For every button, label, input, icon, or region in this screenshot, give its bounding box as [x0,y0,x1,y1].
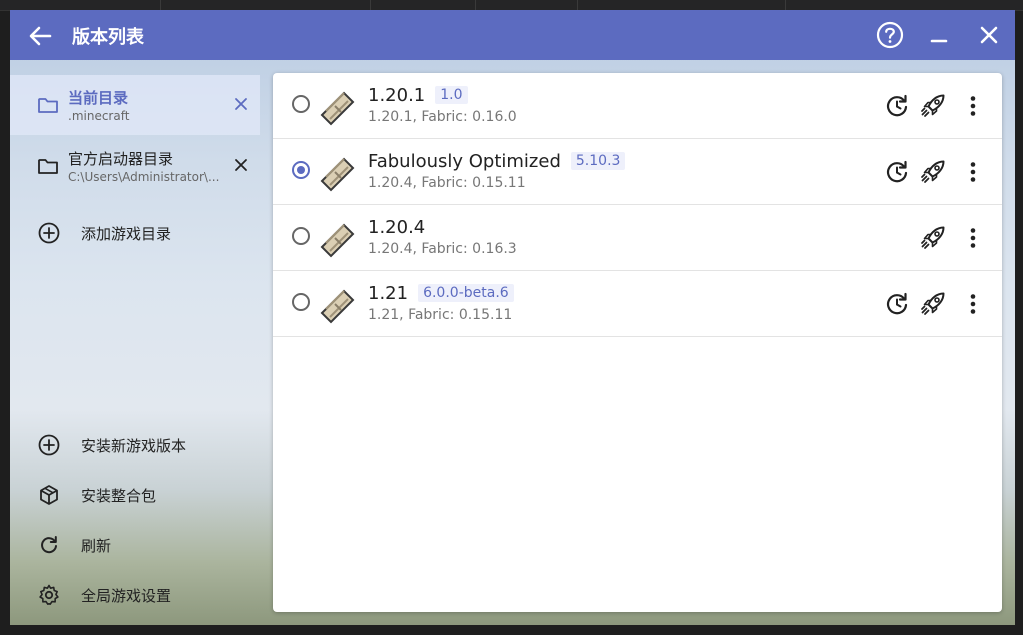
close-button[interactable] [974,20,1004,50]
version-name: 1.21 [368,283,409,304]
more-options-icon[interactable] [960,93,986,119]
refresh-button[interactable]: 刷新 [10,523,260,567]
update-icon[interactable] [884,291,910,317]
gear-icon [39,584,59,605]
arrow-left-icon [29,26,52,46]
more-options-icon[interactable] [960,159,986,185]
install-new-game-version-button[interactable]: 安装新游戏版本 [10,423,260,467]
titlebar: 版本列表 [10,10,1015,60]
add-game-directory-button[interactable]: 添加游戏目录 [10,211,260,255]
version-tag: 6.0.0-beta.6 [418,284,514,302]
install-modpack-label: 安装整合包 [81,487,157,505]
fabric-icon [320,91,355,126]
minimize-icon [930,39,948,43]
fabric-icon [320,157,355,192]
version-row[interactable]: 1.20.4 1.20.4, Fabric: 0.16.3 [273,205,1002,271]
fabric-icon [320,289,355,324]
folder-icon [38,159,58,174]
version-name: 1.20.4 [368,217,426,238]
global-settings-label: 全局游戏设置 [81,587,172,605]
rocket-launch-icon[interactable] [920,159,946,185]
back-button[interactable] [24,20,56,52]
fabric-icon [320,223,355,258]
update-icon[interactable] [884,159,910,185]
directory-path: .minecraft [68,109,130,123]
install-modpack-button[interactable]: 安装整合包 [10,473,260,517]
help-circle-icon [876,21,904,49]
version-name: 1.20.1 [368,85,426,106]
global-game-settings-button[interactable]: 全局游戏设置 [10,573,260,617]
close-icon[interactable] [232,156,250,174]
refresh-label: 刷新 [81,537,112,555]
version-radio[interactable] [292,161,310,179]
package-icon [40,485,58,505]
minimize-button[interactable] [924,20,954,50]
version-name-line: 1.21 6.0.0-beta.6 [368,283,514,304]
rocket-launch-icon[interactable] [920,93,946,119]
folder-icon [38,98,58,113]
version-name: Fabulously Optimized [368,151,561,172]
version-tag: 1.0 [435,86,468,104]
version-tag: 5.10.3 [570,152,626,170]
window-title: 版本列表 [72,27,144,48]
install-version-label: 安装新游戏版本 [81,437,187,455]
version-name-line: 1.20.1 1.0 [368,85,468,106]
close-icon [980,26,998,44]
version-radio[interactable] [292,95,310,113]
version-name-line: 1.20.4 [368,217,425,238]
refresh-icon [41,536,57,554]
add-directory-label: 添加游戏目录 [81,225,172,243]
version-detail: 1.21, Fabric: 0.15.11 [368,307,513,323]
plus-circle-icon [38,434,60,456]
sidebar: 当前目录 .minecraft 官方启动器目录 C:\Users\Adminis… [10,60,270,625]
version-detail: 1.20.4, Fabric: 0.15.11 [368,175,526,191]
sidebar-item-current-directory[interactable]: 当前目录 .minecraft [10,75,260,135]
directory-path: C:\Users\Administrator\... [68,170,220,184]
version-row[interactable]: 1.21 6.0.0-beta.6 1.21, Fabric: 0.15.11 [273,271,1002,337]
version-detail: 1.20.1, Fabric: 0.16.0 [368,109,517,125]
update-icon[interactable] [884,93,910,119]
version-name-line: Fabulously Optimized 5.10.3 [368,151,626,172]
more-options-icon[interactable] [960,225,986,251]
close-icon[interactable] [232,95,250,113]
plus-circle-icon [38,222,60,244]
sidebar-item-official-launcher-directory[interactable]: 官方启动器目录 C:\Users\Administrator\... [10,136,260,196]
version-radio[interactable] [292,227,310,245]
directory-title: 官方启动器目录 [68,150,174,168]
help-button[interactable] [875,20,905,50]
version-list-window: 版本列表 当前目录 .minecraft 官方启动器目录 C:\Users\Ad… [10,10,1015,625]
version-row[interactable]: 1.20.1 1.0 1.20.1, Fabric: 0.16.0 [273,73,1002,139]
rocket-launch-icon[interactable] [920,225,946,251]
rocket-launch-icon[interactable] [920,291,946,317]
version-detail: 1.20.4, Fabric: 0.16.3 [368,241,517,257]
version-list: 1.20.1 1.0 1.20.1, Fabric: 0.16.0 Fabulo… [273,73,1002,612]
directory-title: 当前目录 [68,89,129,107]
version-radio[interactable] [292,293,310,311]
version-row[interactable]: Fabulously Optimized 5.10.3 1.20.4, Fabri… [273,139,1002,205]
more-options-icon[interactable] [960,291,986,317]
